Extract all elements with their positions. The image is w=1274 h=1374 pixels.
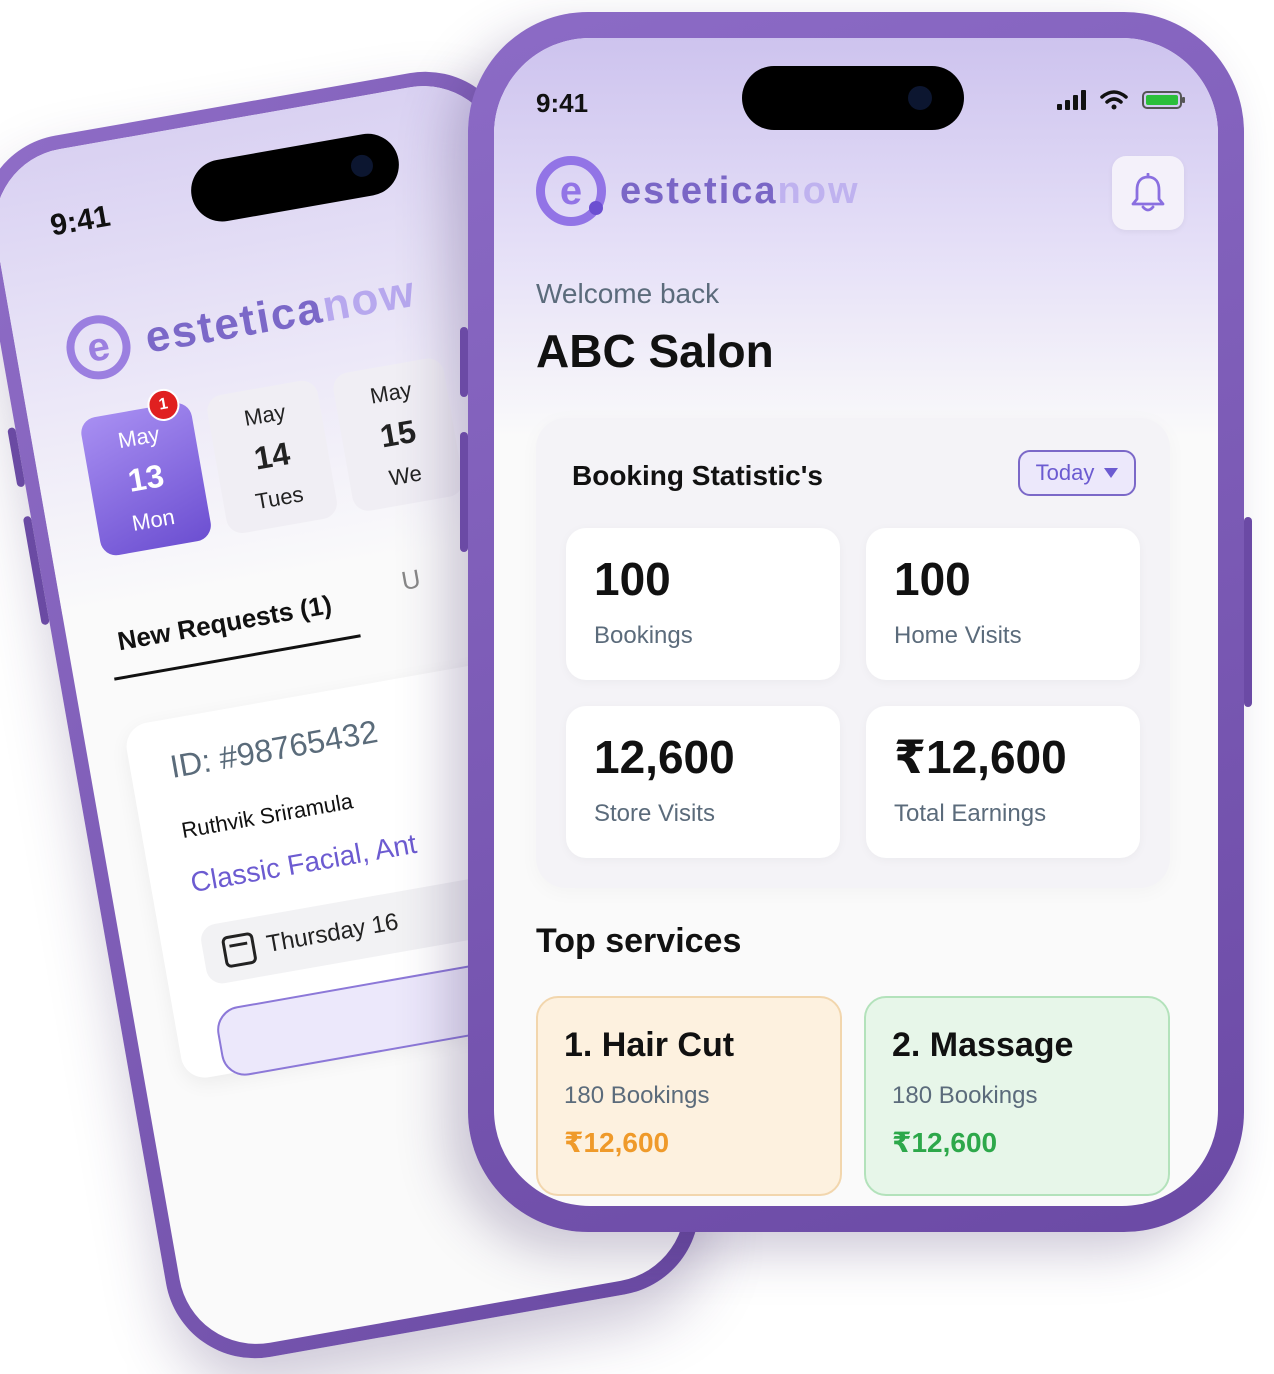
stat-value: 12,600 [594, 731, 735, 783]
request-id: ID: #98765432 [167, 713, 381, 785]
service-card-massage[interactable]: 2. Massage 180 Bookings ₹12,600 [864, 996, 1170, 1196]
logo-mark-icon: e [536, 156, 606, 226]
phone-side-button [7, 427, 26, 488]
stat-value: ₹12,600 [894, 731, 1067, 783]
dynamic-island [742, 66, 964, 130]
wifi-icon [1100, 90, 1128, 110]
logo-word-accent: now [777, 169, 860, 212]
date-card-14[interactable]: May 14 Tues [204, 378, 340, 536]
notifications-button[interactable] [1112, 156, 1184, 230]
date-weekday: We [387, 460, 424, 491]
booking-statistics-card: Booking Statistic's Today 100 Bookings 1… [536, 418, 1170, 888]
top-services-title: Top services [536, 922, 742, 960]
stat-value: 100 [894, 553, 971, 605]
bell-icon [1131, 173, 1165, 212]
date-day: 15 [377, 413, 419, 455]
date-weekday: Mon [130, 503, 177, 536]
request-date: Thursday 16 [264, 908, 401, 958]
logo-mark-icon: e [61, 310, 136, 385]
service-bookings: 180 Bookings [892, 1082, 1038, 1109]
stat-tile-home-visits[interactable]: 100 Home Visits [866, 528, 1140, 680]
date-month: May [116, 421, 162, 454]
period-filter-label: Today [1035, 460, 1095, 485]
stat-tile-bookings[interactable]: 100 Bookings [566, 528, 840, 680]
cellular-signal-icon [1057, 90, 1086, 110]
date-month: May [368, 377, 414, 409]
logo-word-accent: now [318, 266, 420, 332]
stats-title: Booking Statistic's [572, 460, 823, 491]
date-card-13[interactable]: 1 May 13 Mon [78, 386, 214, 558]
date-card-15[interactable]: May 15 We [330, 355, 466, 514]
date-weekday: Tues [253, 481, 306, 515]
date-day: 13 [125, 457, 167, 500]
tab-upcoming[interactable]: U [399, 563, 423, 597]
service-earnings: ₹12,600 [892, 1127, 998, 1158]
stat-label: Total Earnings [894, 800, 1047, 827]
status-time: 9:41 [536, 88, 589, 118]
service-card-hair-cut[interactable]: 1. Hair Cut 180 Bookings ₹12,600 [536, 996, 842, 1196]
phone-power-button [1244, 517, 1252, 707]
app-logo: e esteticanow [536, 156, 860, 226]
front-phone-screen: 9:41 e esteticanow Welcome back ABC Salo… [494, 38, 1218, 1206]
stat-label: Home Visits [894, 622, 1022, 649]
stat-value: 100 [594, 553, 671, 605]
service-name: 2. Massage [892, 1026, 1074, 1064]
phone-volume-button [22, 515, 50, 626]
logo-word: estetica [620, 169, 778, 212]
date-month: May [242, 399, 288, 432]
front-phone: 9:41 e esteticanow Welcome back ABC Salo… [460, 12, 1252, 1232]
phone-side-button [460, 327, 468, 397]
stat-tile-total-earnings[interactable]: ₹12,600 Total Earnings [866, 706, 1140, 858]
phone-volume-button [460, 432, 468, 552]
battery-icon [1142, 91, 1185, 109]
stat-tile-store-visits[interactable]: 12,600 Store Visits [566, 706, 840, 858]
status-icons [1057, 90, 1185, 110]
welcome-text: Welcome back [536, 278, 720, 309]
calendar-icon [220, 931, 258, 969]
request-services: Classic Facial, Ant [188, 827, 419, 899]
stat-label: Store Visits [594, 800, 715, 827]
stat-label: Bookings [594, 622, 693, 649]
service-bookings: 180 Bookings [564, 1082, 710, 1109]
date-day: 14 [251, 435, 293, 478]
salon-name: ABC Salon [536, 325, 774, 377]
service-name: 1. Hair Cut [564, 1026, 735, 1064]
period-filter-dropdown[interactable]: Today [1018, 450, 1136, 496]
service-earnings: ₹12,600 [564, 1127, 670, 1158]
caret-down-icon [1104, 468, 1119, 478]
customer-name: Ruthvik Sriramula [179, 788, 355, 844]
